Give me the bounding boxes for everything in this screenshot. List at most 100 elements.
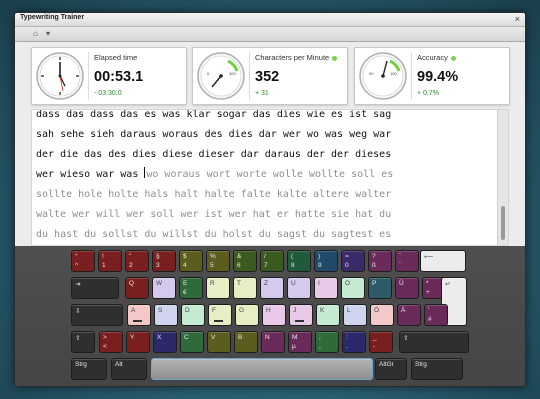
key->[interactable]: > <	[99, 331, 123, 353]
key-s[interactable]: S	[154, 304, 178, 326]
vertical-scrollbar[interactable]	[497, 110, 508, 245]
right-shift-key[interactable]: ⇧	[399, 331, 469, 353]
key-a[interactable]: A	[127, 304, 151, 326]
key-label: AltGr	[379, 361, 394, 368]
typing-text-area[interactable]: dass das dass das es was klar sogar das …	[31, 109, 509, 246]
key-=[interactable]: = 0	[341, 250, 365, 272]
key-sublabel: 5	[210, 262, 214, 269]
key-h[interactable]: H	[262, 304, 286, 326]
home-icon[interactable]: ⌂	[33, 29, 38, 39]
left-shift-key[interactable]: ⇧	[71, 331, 95, 353]
status-dot-icon	[450, 55, 456, 61]
typed-text: sah sehe sieh daraus woraus des dies dar…	[36, 129, 392, 140]
key-label: J	[293, 307, 297, 314]
key-d[interactable]: D	[181, 304, 205, 326]
cpm-card: 0 300 Characters per Minute 352 + 31	[192, 47, 348, 105]
key-u[interactable]: U	[287, 277, 311, 299]
cpm-value: 352	[255, 69, 280, 85]
key-?[interactable]: ? ß	[368, 250, 392, 272]
key-$[interactable]: $4	[179, 250, 203, 272]
key-&[interactable]: & 6	[233, 250, 257, 272]
card-divider	[88, 52, 89, 100]
caps-lock-key[interactable]: ⇩	[71, 304, 123, 326]
key-label: ⇧	[403, 335, 409, 342]
right-ctrl-key[interactable]: Strg	[411, 358, 463, 380]
key-f[interactable]: F	[208, 304, 232, 326]
key-g[interactable]: G	[235, 304, 259, 326]
key-label: ;	[319, 334, 321, 341]
key-label: R	[210, 280, 215, 287]
settings-icon[interactable]: ▾	[46, 29, 50, 39]
key-([interactable]: (8	[287, 250, 311, 272]
typed-text: der die das des dies diese dieser dar da…	[36, 149, 392, 160]
key-b[interactable]: B	[234, 331, 258, 353]
home-row-marker	[295, 320, 304, 322]
home-row-marker	[214, 320, 223, 322]
text-line: du hast du sollst du willst du holst du …	[36, 225, 391, 245]
key-§[interactable]: § 3	[152, 250, 176, 272]
key-q[interactable]: Q	[125, 277, 149, 299]
elapsed-time-reference: - 03:30.0	[94, 90, 122, 97]
key-label: §	[156, 253, 160, 260]
key-c[interactable]: C	[180, 331, 204, 353]
key-label: X	[157, 334, 162, 341]
accuracy-gauge-max: 100	[390, 71, 397, 76]
key-p[interactable]: P	[368, 277, 392, 299]
key-j[interactable]: J	[289, 304, 313, 326]
backspace-key[interactable]: ⟵	[420, 250, 466, 272]
key-label: D	[185, 307, 190, 314]
key-)[interactable]: ) 9	[314, 250, 338, 272]
key-/[interactable]: /7	[260, 250, 284, 272]
key-%[interactable]: % 5	[206, 250, 230, 272]
key-label: Strg	[75, 361, 87, 368]
key-label: B	[238, 334, 243, 341]
key-x[interactable]: X	[153, 331, 177, 353]
key-![interactable]: ! 1	[98, 250, 122, 272]
scrollbar-thumb[interactable]	[501, 206, 505, 240]
key-label: S	[158, 307, 163, 314]
key-`[interactable]: ` ´	[395, 250, 419, 272]
key-label: ⇥	[75, 281, 81, 288]
key-ö[interactable]: Ö	[370, 304, 394, 326]
key-r[interactable]: R	[206, 277, 230, 299]
key-label: Z	[264, 280, 268, 287]
key-:[interactable]: :.	[342, 331, 366, 353]
alt-key[interactable]: Alt	[111, 358, 147, 380]
key-k[interactable]: K	[316, 304, 340, 326]
key-label: M	[292, 334, 298, 341]
text-line: der die das des dies diese dieser dar da…	[36, 145, 391, 165]
key-label: Ä	[401, 307, 406, 314]
close-icon[interactable]: ×	[515, 14, 520, 25]
key-"[interactable]: " 2	[125, 250, 149, 272]
key-label: Ö	[374, 307, 380, 314]
typed-text: wer wieso war was	[36, 169, 145, 180]
tab-key[interactable]: ⇥	[71, 277, 119, 299]
key-l[interactable]: L	[343, 304, 367, 326]
key-°[interactable]: ° ^	[71, 250, 95, 272]
key-;[interactable]: ;,	[315, 331, 339, 353]
key-ü[interactable]: Ü	[395, 277, 419, 299]
key-label: *	[426, 280, 429, 287]
key-v[interactable]: V	[207, 331, 231, 353]
key-i[interactable]: I	[314, 277, 338, 299]
key-y[interactable]: Y	[126, 331, 150, 353]
left-ctrl-key[interactable]: Strg	[71, 358, 107, 380]
key-label: F	[212, 307, 216, 314]
key-label: !	[102, 253, 104, 260]
key-label: ?	[372, 253, 376, 260]
key-_[interactable]: _ -	[369, 331, 393, 353]
window-title: Typewriting Trainer	[20, 14, 85, 21]
space-key[interactable]	[151, 358, 373, 380]
key-z[interactable]: Z	[260, 277, 284, 299]
key-n[interactable]: N	[261, 331, 285, 353]
key-t[interactable]: T	[233, 277, 257, 299]
key-e[interactable]: E €	[179, 277, 203, 299]
clock-icon	[36, 52, 84, 100]
key-sublabel: €	[183, 289, 187, 296]
key-w[interactable]: W	[152, 277, 176, 299]
key-'[interactable]: ' #	[424, 304, 448, 326]
altgr-key[interactable]: AltGr	[375, 358, 407, 380]
key-o[interactable]: O	[341, 277, 365, 299]
key-ä[interactable]: Ä	[397, 304, 421, 326]
key-m[interactable]: Mµ	[288, 331, 312, 353]
